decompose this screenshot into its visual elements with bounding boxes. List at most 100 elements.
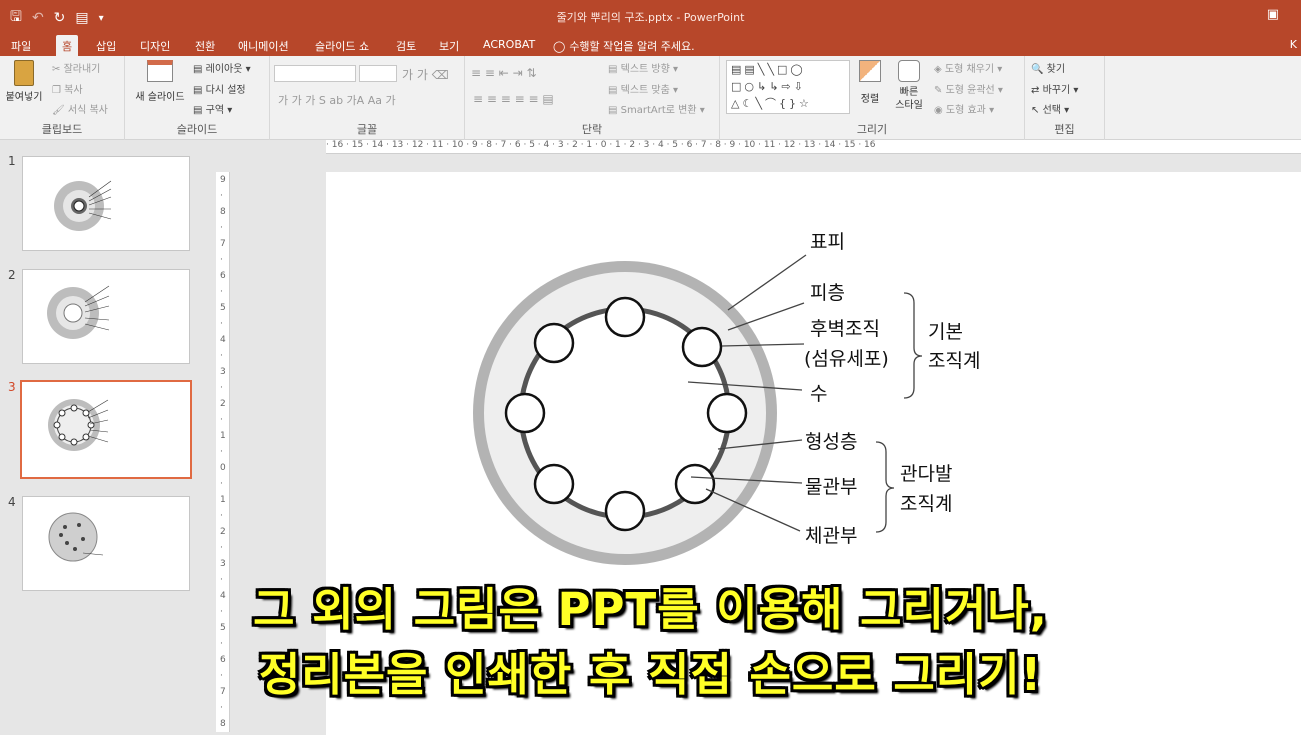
label-ground-tissue-2: 조직계	[928, 350, 980, 372]
align-buttons[interactable]: ≡ ≡ ≡ ≡ ≡ ▤	[473, 92, 554, 106]
document-title: 줄기와 뿌리의 구조.pptx - PowerPoint	[556, 11, 745, 24]
caption-line-1: 그 외의 그림은 PPT를 이용해 그리거나,	[253, 583, 1048, 636]
paste-button[interactable]: 붙여넣기	[2, 60, 46, 103]
slides-group-label: 슬라이드	[176, 123, 218, 136]
tab-slideshow[interactable]: 슬라이드 쇼	[315, 35, 369, 56]
label-cortex: 피층	[810, 282, 845, 304]
shape-fill-label: 도형 채우기	[944, 64, 995, 75]
shape-fill-button[interactable]: ◈ 도형 채우기 ▾	[934, 60, 1002, 75]
tell-me-box[interactable]: ◯ 수행할 작업을 알려 주세요.	[553, 38, 695, 54]
text-direction-label: 텍스트 방향	[620, 64, 670, 75]
tell-me-text: 수행할 작업을 알려 주세요.	[569, 40, 695, 53]
list-buttons[interactable]: ≡ ≡ ⇤ ⇥ ⇅	[471, 66, 537, 80]
ribbon: 붙여넣기 ✂ 잘라내기 ❐ 복사 🖌 서식 복사 클립보드 새 슬라이드 ▤ 레…	[0, 56, 1301, 140]
vascular-bundle	[604, 490, 646, 532]
tab-acrobat[interactable]: ACROBAT	[483, 35, 535, 56]
replace-button[interactable]: ⇄ 바꾸기 ▾	[1031, 81, 1078, 96]
arrange-button[interactable]: 정렬	[852, 60, 888, 105]
select-button[interactable]: ↖ 선택 ▾	[1031, 101, 1069, 116]
vascular-bundle	[681, 326, 723, 368]
tab-design[interactable]: 디자인	[140, 35, 170, 56]
label-pith: 수	[810, 383, 827, 405]
new-slide-icon	[147, 60, 173, 82]
tab-file[interactable]: 파일	[11, 35, 31, 56]
find-button[interactable]: 🔍 찾기	[1031, 60, 1065, 75]
copy-label: 복사	[64, 85, 83, 96]
vascular-bundle	[604, 296, 646, 338]
slide-number-4: 4	[8, 495, 16, 509]
copy-button[interactable]: ❐ 복사	[52, 81, 83, 96]
tab-animations[interactable]: 애니메이션	[238, 35, 289, 56]
shape-effects-label: 도형 효과	[945, 105, 986, 116]
select-label: 선택	[1042, 105, 1061, 116]
drawing-group-label: 그리기	[856, 123, 888, 136]
font-name-combo[interactable]	[274, 65, 356, 82]
lightbulb-icon: ◯	[553, 39, 566, 53]
font-group: 가 가 ⌫ 가 가 가 S ab 가A Aa 가 글꼴	[270, 56, 465, 140]
ribbon-tab-row: 파일 홈 삽입 디자인 전환 애니메이션 슬라이드 쇼 검토 보기 ACROBA…	[0, 32, 1301, 56]
label-sclerenchyma: 후벽조직	[810, 318, 880, 340]
leader-line	[727, 254, 807, 311]
format-painter-button[interactable]: 🖌 서식 복사	[52, 101, 108, 116]
smartart-button[interactable]: ▤ SmartArt로 변환 ▾	[608, 101, 705, 116]
slide-thumbnail-2-preview	[47, 285, 110, 339]
clipboard-group: 붙여넣기 ✂ 잘라내기 ❐ 복사 🖌 서식 복사 클립보드	[0, 56, 125, 140]
replace-label: 바꾸기	[1042, 85, 1071, 96]
tab-transitions[interactable]: 전환	[195, 35, 215, 56]
arrange-icon	[859, 60, 881, 82]
section-button[interactable]: ▤ 구역 ▾	[193, 101, 232, 116]
account-initial[interactable]: K	[1290, 38, 1297, 51]
shape-effects-button[interactable]: ◉ 도형 효과 ▾	[934, 101, 994, 116]
slide-thumbnail-2[interactable]	[22, 269, 190, 364]
label-phloem: 체관부	[805, 525, 857, 547]
shape-outline-label: 도형 윤곽선	[945, 85, 995, 96]
shapes-gallery[interactable]: ▤▤╲╲□◯ □○↳↳⇨⇩ △☾╲⌒{}☆	[726, 60, 850, 114]
vascular-bundle	[706, 392, 748, 434]
paragraph-group: ≡ ≡ ⇤ ⇥ ⇅ ≡ ≡ ≡ ≡ ≡ ▤ ▤ 텍스트 방향 ▾ ▤ 텍스트 맞…	[465, 56, 720, 140]
tab-view[interactable]: 보기	[439, 35, 459, 56]
label-fiber-cell: (섬유세포)	[804, 348, 889, 370]
vascular-bundle	[674, 463, 716, 505]
label-vascular-tissue-1: 관다발	[900, 463, 952, 485]
format-painter-label: 서식 복사	[67, 105, 108, 116]
new-slide-label: 새 슬라이드	[135, 92, 185, 103]
quick-styles-button[interactable]: 빠른 스타일	[890, 60, 928, 112]
slides-group: 새 슬라이드 ▤ 레이아웃 ▾ ▤ 다시 설정 ▤ 구역 ▾ 슬라이드	[125, 56, 270, 140]
ribbon-display-options-icon[interactable]: ▣	[1267, 7, 1279, 22]
align-text-button[interactable]: ▤ 텍스트 맞춤 ▾	[608, 81, 678, 96]
quick-styles-icon	[898, 60, 920, 82]
paragraph-group-label: 단락	[581, 123, 603, 136]
tab-insert[interactable]: 삽입	[96, 35, 116, 56]
vascular-bundle	[533, 463, 575, 505]
cut-button[interactable]: ✂ 잘라내기	[52, 60, 100, 75]
find-label: 찾기	[1046, 64, 1066, 75]
paste-label: 붙여넣기	[5, 92, 43, 103]
section-label: 구역	[205, 105, 225, 116]
label-xylem: 물관부	[805, 476, 857, 498]
label-epidermis: 표피	[810, 231, 845, 253]
text-direction-button[interactable]: ▤ 텍스트 방향 ▾	[608, 60, 678, 75]
paste-icon	[14, 60, 34, 86]
shape-outline-button[interactable]: ✎ 도형 윤곽선 ▾	[934, 81, 1003, 96]
editing-group-label: 편집	[1054, 123, 1075, 136]
horizontal-ruler: · 16 · 15 · 14 · 13 · 12 · 11 · 10 · 9 ·…	[326, 140, 1301, 154]
clipboard-group-label: 클립보드	[41, 123, 83, 136]
layout-button[interactable]: ▤ 레이아웃 ▾	[193, 60, 251, 75]
new-slide-button[interactable]: 새 슬라이드	[129, 60, 191, 103]
font-format-buttons[interactable]: 가 가 가 S ab 가A Aa 가	[278, 92, 396, 108]
title-bar: 🖫 ↶ ↻ ▤ ▾ 줄기와 뿌리의 구조.pptx - PowerPoint ▣	[0, 0, 1301, 32]
slide-thumbnail-3-preview	[48, 399, 109, 451]
slide-thumbnail-1[interactable]	[22, 156, 190, 251]
tab-home[interactable]: 홈	[56, 35, 79, 56]
tab-review[interactable]: 검토	[396, 35, 416, 56]
font-size-buttons[interactable]: 가 가 ⌫	[402, 66, 449, 83]
slide-thumbnail-1-preview	[54, 180, 112, 231]
reset-button[interactable]: ▤ 다시 설정	[193, 81, 246, 96]
font-size-combo[interactable]	[359, 65, 397, 82]
font-group-label: 글꼴	[356, 123, 378, 136]
align-text-label: 텍스트 맞춤	[620, 85, 670, 96]
slide-number-2: 2	[8, 268, 16, 282]
cut-label: 잘라내기	[63, 64, 101, 75]
slide-thumbnail-3[interactable]	[20, 380, 192, 479]
label-cambium: 형성층	[805, 431, 857, 453]
